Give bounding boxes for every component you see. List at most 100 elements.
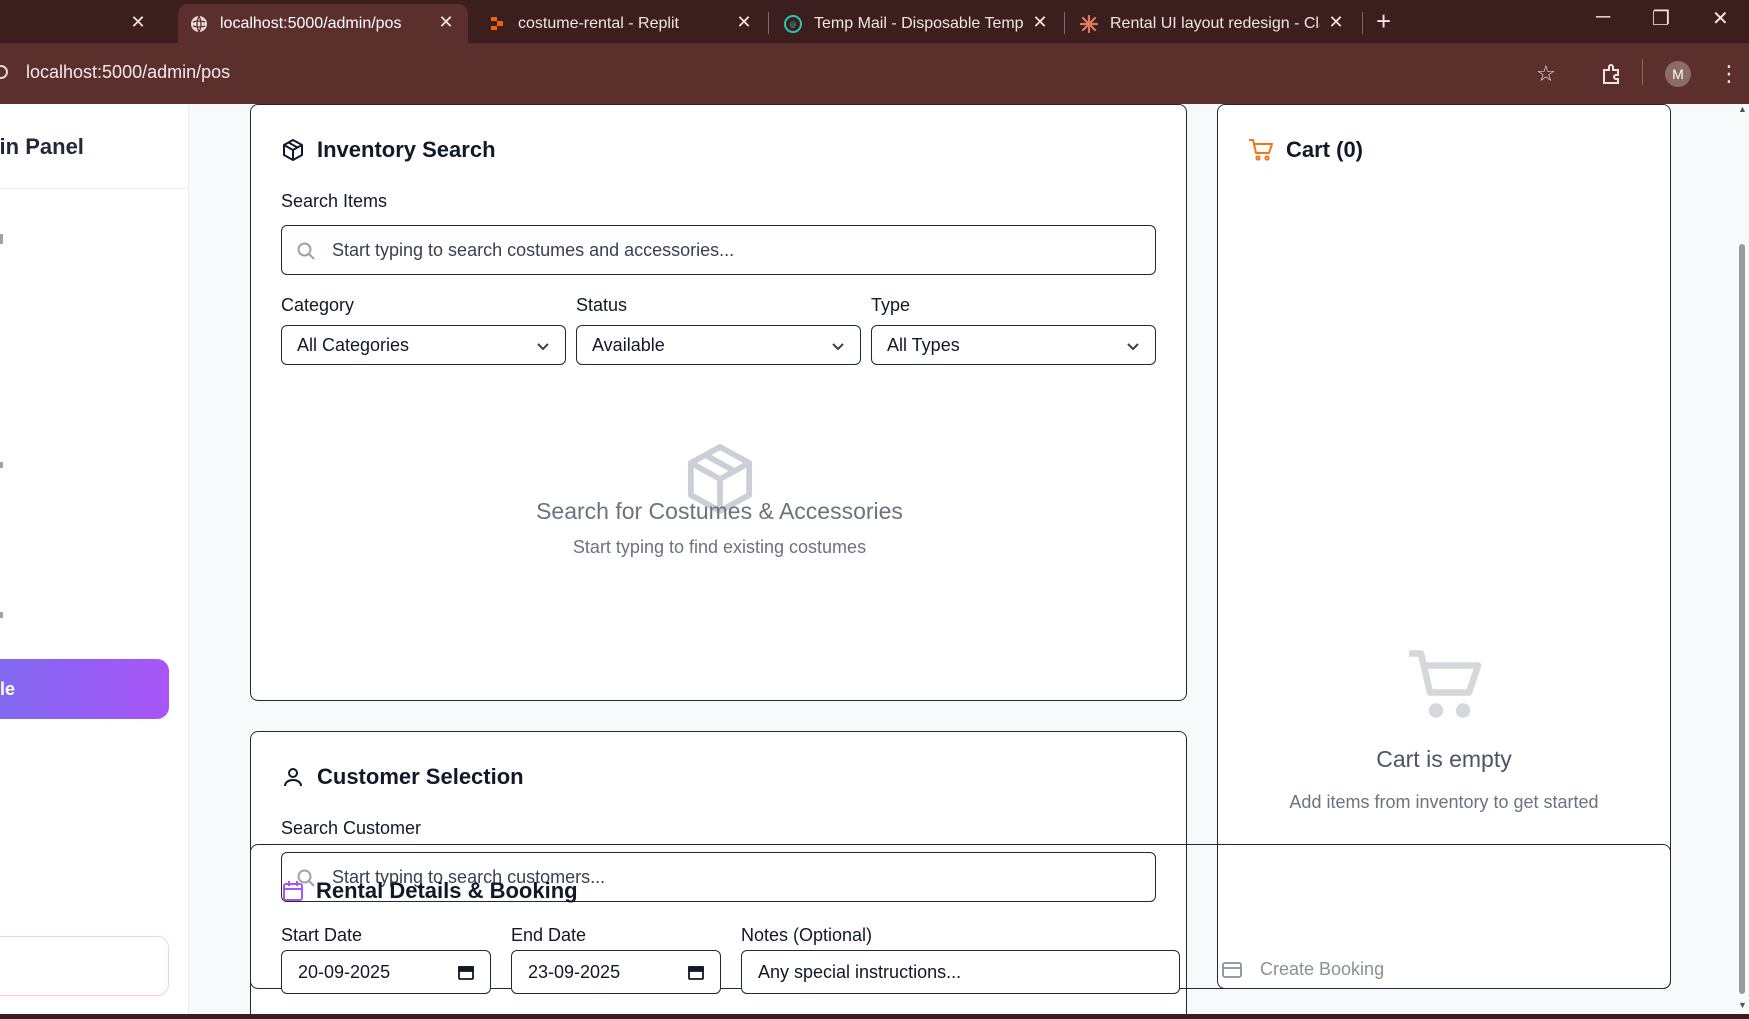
- cart-card: Cart (0) Cart is empty Add items from in…: [1217, 104, 1671, 989]
- sidebar-item-fragment[interactable]: [0, 462, 3, 468]
- sidebar-cta-label: le: [0, 679, 16, 699]
- start-date-value: 20-09-2025: [298, 961, 391, 982]
- browser-tab[interactable]: ✕: [0, 4, 160, 43]
- close-icon[interactable]: ✕: [1326, 12, 1346, 33]
- rental-details-title: Rental Details & Booking: [316, 878, 578, 903]
- extensions-icon[interactable]: [1600, 63, 1622, 91]
- tab-separator: [1362, 12, 1363, 34]
- notes-label: Notes (Optional): [741, 925, 873, 945]
- close-icon[interactable]: ✕: [734, 12, 754, 33]
- address-bar: localhost:5000/admin/pos ☆ ⋮: [0, 43, 1749, 104]
- calendar-icon[interactable]: [688, 964, 704, 980]
- category-select[interactable]: All Categories: [281, 325, 566, 365]
- status-label: Status: [576, 295, 628, 315]
- rental-details-header: Rental Details & Booking: [282, 878, 578, 904]
- tab-separator: [768, 12, 769, 34]
- inventory-empty-title: Search for Costumes & Accessories: [536, 498, 903, 524]
- shopping-cart-icon: [1249, 139, 1273, 161]
- cart-title: Cart (0): [1286, 137, 1364, 162]
- page-scrollbar[interactable]: ▲ ▼: [1735, 104, 1749, 1014]
- sidebar-item-fragment[interactable]: [0, 234, 3, 244]
- end-date-label: End Date: [511, 925, 587, 945]
- type-label: Type: [871, 295, 911, 315]
- avatar[interactable]: M: [1665, 61, 1691, 87]
- scroll-up-icon[interactable]: ▲: [1738, 104, 1747, 114]
- tab-title: costume-rental - Replit: [518, 14, 679, 32]
- status-value: Available: [592, 334, 665, 355]
- frame-connector: [1187, 844, 1217, 845]
- inventory-card-title: Inventory Search: [317, 137, 496, 162]
- sidebar: min Panel le: [0, 104, 189, 1014]
- svg-text:@: @: [790, 21, 797, 29]
- type-value: All Types: [887, 334, 960, 355]
- notes-input[interactable]: Any special instructions...: [741, 950, 1180, 994]
- claude-icon: [1080, 14, 1098, 33]
- type-select[interactable]: All Types: [871, 325, 1156, 365]
- cart-empty-subtitle: Add items from inventory to get started: [1289, 792, 1599, 812]
- inventory-empty-subtitle: Start typing to find existing costumes: [572, 537, 867, 557]
- notes-placeholder: Any special instructions...: [758, 961, 962, 982]
- category-label: Category: [281, 295, 355, 315]
- inventory-search-input[interactable]: Start typing to search costumes and acce…: [281, 225, 1156, 275]
- inventory-search-placeholder: Start typing to search costumes and acce…: [332, 239, 735, 260]
- status-select[interactable]: Available: [576, 325, 861, 365]
- globe-icon: [190, 15, 208, 33]
- inventory-card-header: Inventory Search: [281, 137, 496, 163]
- scroll-thumb[interactable]: [1739, 244, 1745, 994]
- close-icon[interactable]: ✕: [436, 12, 456, 33]
- tab-title: Rental UI layout redesign - Clau: [1110, 14, 1320, 32]
- sidebar-divider: [0, 188, 189, 189]
- credit-card-icon: [1222, 961, 1242, 978]
- user-icon: [284, 768, 302, 787]
- chevron-down-icon: [1127, 343, 1139, 351]
- tempmail-icon: @: [784, 14, 802, 33]
- customer-card-header: Customer Selection: [281, 764, 524, 790]
- sidebar-title: min Panel: [0, 134, 84, 159]
- cart-header: Cart (0): [1248, 137, 1363, 163]
- replit-icon: [488, 15, 506, 33]
- browser-tab[interactable]: Rental UI layout redesign - Clau ✕: [1068, 4, 1358, 43]
- package-icon: [283, 139, 303, 161]
- scroll-down-icon[interactable]: ▼: [1738, 1000, 1747, 1010]
- page-viewport: min Panel le Inventory Search Search Ite…: [0, 104, 1749, 1014]
- browser-tab[interactable]: @ Temp Mail - Disposable Tempor ✕: [772, 4, 1062, 43]
- cart-empty-title: Cart is empty: [1376, 746, 1512, 772]
- close-window-button[interactable]: ✕: [1712, 6, 1729, 31]
- tab-title: localhost:5000/admin/pos: [220, 14, 402, 32]
- close-icon[interactable]: ✕: [1030, 12, 1050, 33]
- tab-separator: [1064, 12, 1065, 34]
- browser-tab[interactable]: costume-rental - Replit ✕: [476, 4, 766, 43]
- more-menu-icon[interactable]: ⋮: [1718, 61, 1740, 87]
- tab-title: Temp Mail - Disposable Tempor: [814, 14, 1024, 32]
- create-booking-label: Create Booking: [1260, 959, 1385, 979]
- browser-tab-active[interactable]: localhost:5000/admin/pos ✕: [178, 4, 468, 43]
- start-date-label: Start Date: [281, 925, 363, 945]
- chevron-down-icon: [832, 343, 844, 351]
- calendar-icon: [283, 881, 303, 901]
- url-field[interactable]: localhost:5000/admin/pos: [26, 62, 230, 83]
- create-booking-button[interactable]: Create Booking: [1222, 959, 1384, 980]
- shopping-cart-icon: [1409, 650, 1482, 718]
- search-customer-label: Search Customer: [281, 818, 422, 838]
- restore-button[interactable]: ❐: [1652, 6, 1670, 31]
- search-items-label: Search Items: [281, 191, 388, 211]
- end-date-input[interactable]: 23-09-2025: [511, 950, 721, 994]
- search-icon: [297, 242, 315, 260]
- toolbar-separator: [1642, 59, 1643, 85]
- customer-card-title: Customer Selection: [317, 764, 524, 789]
- calendar-icon[interactable]: [458, 964, 474, 980]
- minimize-button[interactable]: ─: [1596, 6, 1610, 29]
- category-value: All Categories: [297, 334, 410, 355]
- end-date-value: 23-09-2025: [528, 961, 621, 982]
- inventory-search-card: Inventory Search Search Items Start typi…: [250, 104, 1187, 701]
- sidebar-item-fragment[interactable]: [0, 612, 3, 618]
- sidebar-cta-button[interactable]: le: [0, 659, 169, 719]
- star-icon[interactable]: ☆: [1536, 61, 1556, 87]
- start-date-input[interactable]: 20-09-2025: [281, 950, 491, 994]
- new-tab-button[interactable]: +: [1376, 6, 1391, 37]
- browser-tab-bar: ✕ localhost:5000/admin/pos ✕ costume-ren…: [0, 0, 1749, 43]
- sidebar-bottom-box[interactable]: [0, 936, 169, 996]
- site-info-icon[interactable]: [0, 65, 8, 79]
- close-icon[interactable]: ✕: [128, 12, 148, 33]
- chevron-down-icon: [537, 343, 549, 351]
